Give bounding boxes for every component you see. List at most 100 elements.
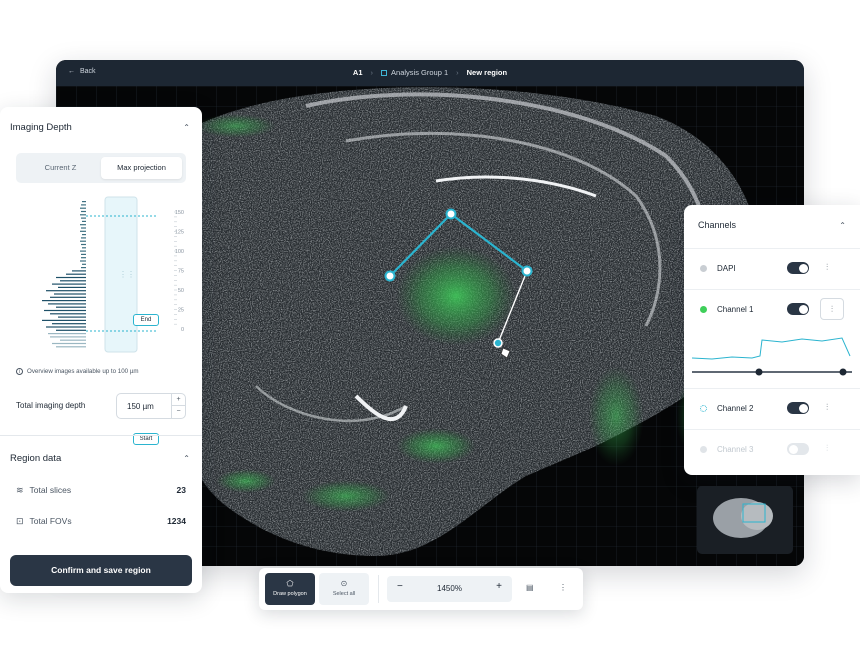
depth-tick-label: 75 — [178, 269, 184, 275]
breadcrumb-a1[interactable]: A1 — [353, 68, 363, 77]
histogram-bar — [81, 204, 86, 206]
total-fovs-value: 1234 — [167, 516, 186, 526]
min-slider-handle[interactable] — [755, 368, 763, 376]
top-bar: ← Back A1 › Analysis Group 1 › New regio… — [56, 60, 804, 86]
histogram-bar — [80, 260, 86, 262]
histogram-bar — [60, 339, 86, 341]
divider — [378, 575, 379, 603]
confirm-save-button[interactable]: Confirm and save region — [10, 555, 192, 586]
histogram-bar — [46, 290, 86, 292]
histogram-bar — [82, 247, 86, 249]
histogram-bar — [81, 227, 86, 229]
chevron-right-icon: › — [370, 68, 374, 77]
mode-max-projection[interactable]: Max projection — [101, 157, 182, 179]
histogram-bar — [50, 336, 86, 338]
channel-name: Channel 3 — [717, 445, 754, 454]
depth-tick-label: 125 — [175, 230, 184, 236]
depth-tick-label: 0 — [181, 327, 184, 333]
zoom-control: − 1450% + — [387, 576, 512, 602]
divider — [0, 435, 202, 436]
histogram-bar — [48, 303, 86, 305]
zoom-in-button[interactable]: + — [496, 581, 502, 592]
depth-tick-label: 50 — [178, 288, 184, 294]
histogram-bar — [81, 210, 86, 213]
histogram-bar — [58, 316, 86, 318]
histogram-bar — [81, 217, 86, 219]
channel-name: Channel 1 — [717, 305, 754, 314]
polygon-vertex[interactable] — [384, 270, 396, 282]
channel-color-dot — [700, 446, 707, 453]
max-slider-handle[interactable] — [839, 368, 847, 376]
drag-handle-icon[interactable]: ⋮⋮ — [119, 270, 135, 279]
overview-note-text: Overview images available up to 100 µm — [27, 368, 139, 375]
histogram-bar — [82, 263, 86, 265]
zoom-value[interactable]: 1450% — [387, 584, 512, 593]
mode-current-z[interactable]: Current Z — [20, 157, 101, 179]
histogram-bar — [50, 313, 86, 315]
chevron-up-icon[interactable]: ⌃ — [839, 221, 846, 230]
draw-polygon-button[interactable]: ⬠ Draw polygon — [265, 573, 315, 605]
info-icon: i — [16, 368, 23, 375]
total-fovs-label: Total FOVs — [29, 516, 72, 526]
end-handle[interactable]: End — [133, 314, 159, 326]
total-slices-row: ≋ Total slices 23 — [16, 483, 186, 497]
region-data-title: Region data — [10, 453, 62, 464]
depth-mode-toggle: Current Z Max projection — [16, 153, 186, 183]
bottom-toolbar: ⬠ Draw polygon ⊙ Select all − 1450% + ▤ … — [259, 568, 583, 610]
intensity-histogram — [692, 337, 852, 376]
channel-color-dot — [700, 306, 707, 313]
histogram-bar — [52, 283, 86, 285]
minimap-image — [713, 498, 773, 538]
adjust-icon[interactable]: ⫶ — [826, 262, 828, 273]
total-depth-label: Total imaging depth — [16, 401, 86, 410]
histogram-bar — [82, 220, 86, 222]
chevron-up-icon[interactable]: ⌃ — [183, 454, 190, 463]
channel-toggle[interactable] — [787, 402, 809, 414]
histogram-bar — [80, 240, 86, 242]
minimap[interactable] — [697, 486, 793, 554]
left-panel: Imaging Depth ⌃ Current Z Max projection… — [0, 107, 202, 593]
channels-title: Channels — [698, 220, 737, 230]
histogram-bar — [46, 326, 86, 328]
total-depth-input[interactable]: 150 µm + − — [116, 393, 186, 419]
histogram-bar — [81, 243, 86, 246]
select-all-button[interactable]: ⊙ Select all — [319, 573, 369, 605]
channel-name: Channel 2 — [717, 404, 754, 413]
adjust-icon[interactable]: ⫶ — [826, 443, 828, 454]
breadcrumb-current: New region — [466, 68, 508, 77]
total-depth-value: 150 µm — [127, 402, 154, 411]
histogram-bar — [80, 214, 86, 216]
histogram-bar — [80, 224, 86, 226]
group-icon — [381, 70, 388, 76]
breadcrumb-group[interactable]: Analysis Group 1 — [381, 68, 448, 77]
breadcrumb-group-label: Analysis Group 1 — [391, 68, 449, 77]
histogram-bar — [50, 296, 86, 298]
histogram-bar — [81, 257, 86, 259]
channel-toggle[interactable] — [787, 262, 809, 274]
polygon-vertex[interactable] — [521, 265, 533, 277]
adjust-icon[interactable]: ⫶ — [826, 402, 828, 413]
channel-name: DAPI — [717, 264, 736, 273]
channel-toggle[interactable] — [787, 443, 809, 455]
histogram-bar — [81, 267, 86, 269]
layers-icon: ≋ — [16, 484, 24, 495]
histogram-bar — [81, 237, 86, 239]
polygon-vertex[interactable] — [493, 338, 503, 348]
more-vertical-icon[interactable]: ⋮ — [559, 583, 567, 592]
histogram-bar — [60, 280, 86, 282]
depth-decrement-button[interactable]: − — [171, 406, 185, 418]
adjust-icon[interactable]: ⫶ — [820, 298, 844, 320]
histogram-bar — [52, 342, 86, 345]
histogram-bar — [80, 207, 86, 209]
polygon-vertex[interactable] — [445, 208, 457, 220]
histogram-bar — [42, 319, 86, 321]
histogram-bar — [56, 329, 86, 331]
chevron-up-icon[interactable]: ⌃ — [183, 123, 190, 132]
depth-increment-button[interactable]: + — [171, 394, 185, 406]
channel-toggle[interactable] — [787, 303, 809, 315]
histogram-bar — [58, 286, 86, 288]
histogram-bar — [80, 250, 86, 252]
archive-icon[interactable]: ▤ — [526, 583, 534, 592]
channel-color-dot — [700, 405, 707, 412]
histogram-bar — [56, 346, 86, 348]
